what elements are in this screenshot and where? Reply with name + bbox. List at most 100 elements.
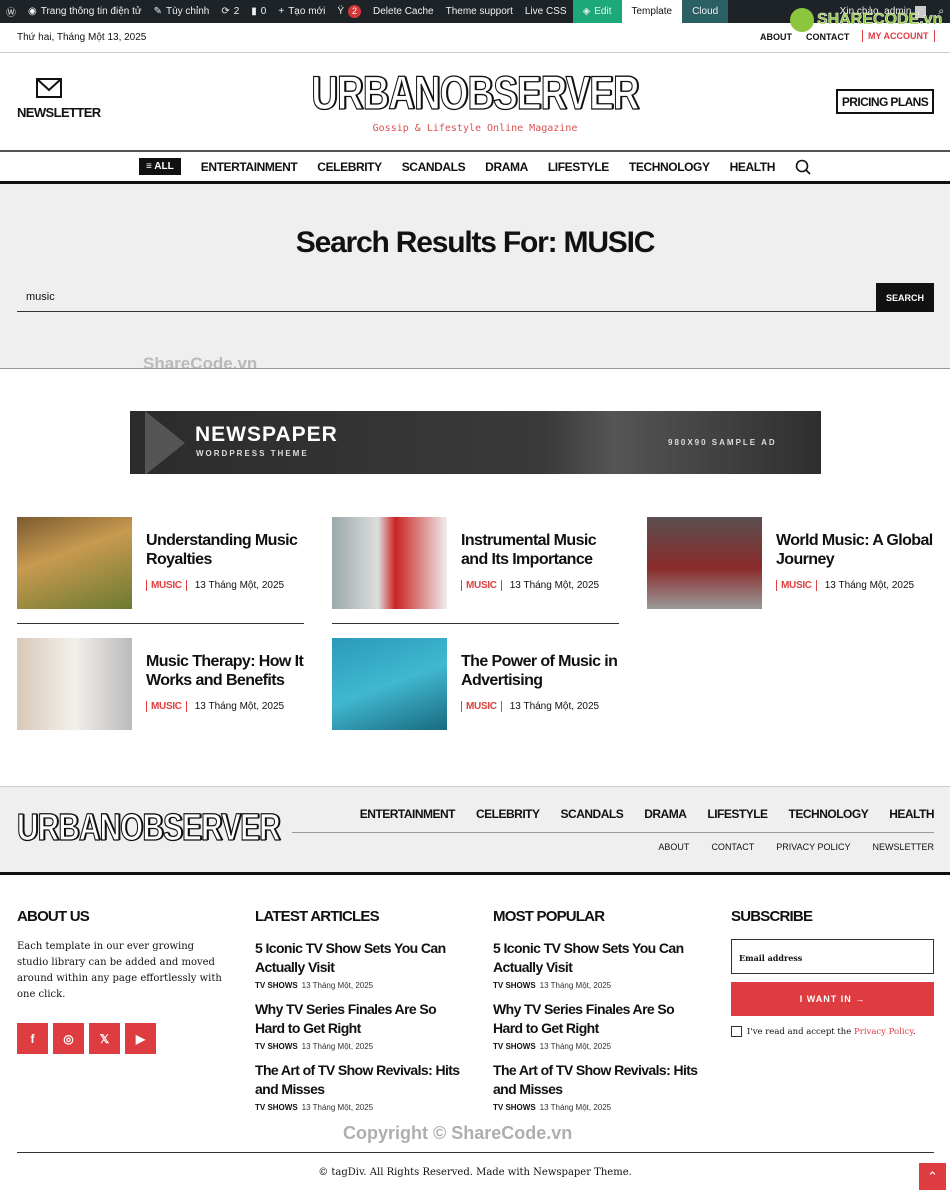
article-title[interactable]: 5 Iconic TV Show Sets You Can Actually V…	[493, 939, 698, 977]
plus-icon: +	[278, 6, 285, 17]
nav-scandals[interactable]: SCANDALS	[402, 160, 466, 174]
admin-new-link[interactable]: + Tạo mới	[272, 0, 331, 23]
delete-cache-link[interactable]: Delete Cache	[367, 0, 440, 23]
post-category[interactable]: MUSIC	[461, 701, 502, 712]
post-title[interactable]: World Music: A Global Journey	[776, 531, 936, 569]
post-title[interactable]: Understanding Music Royalties	[146, 531, 306, 569]
nav-entertainment[interactable]: ENTERTAINMENT	[201, 160, 298, 174]
post-category[interactable]: MUSIC	[461, 580, 502, 591]
subscribe-button[interactable]: I WANT IN →	[731, 982, 934, 1016]
copyright-text: © tagDiv. All Rights Reserved. Made with…	[318, 1167, 632, 1178]
top-link-contact[interactable]: CONTACT	[806, 32, 849, 42]
post-category[interactable]: MUSIC	[776, 580, 817, 591]
ad-banner[interactable]: NEWSPAPER WORDPRESS THEME 980X90 SAMPLE …	[130, 411, 821, 474]
post-thumbnail[interactable]	[332, 517, 447, 609]
wordpress-logo-icon[interactable]: Ⓦ	[0, 0, 22, 23]
article-title[interactable]: Why TV Series Finales Are So Hard to Get…	[493, 1000, 698, 1038]
footer-nav-health[interactable]: HEALTH	[889, 807, 934, 821]
newsletter-link[interactable]: NEWSLETTER	[17, 78, 101, 120]
ad-subtitle: WORDPRESS THEME	[196, 449, 309, 458]
footer-logo[interactable]: URBANOBSERVER	[16, 806, 280, 850]
footer-link-about[interactable]: ABOUT	[658, 842, 689, 852]
newsletter-label: NEWSLETTER	[17, 105, 101, 120]
post-title[interactable]: Instrumental Music and Its Importance	[461, 531, 621, 569]
post-title[interactable]: Music Therapy: How It Works and Benefits	[146, 652, 306, 690]
live-css-link[interactable]: Live CSS	[519, 0, 573, 23]
site-logo[interactable]: URBANOBSERVER	[105, 65, 846, 120]
x-twitter-icon[interactable]: 𝕏	[89, 1023, 120, 1054]
footer-subscribe: SUBSCRIBE Email address I WANT IN → I've…	[731, 908, 934, 1037]
search-button[interactable]: SEARCH	[876, 283, 934, 312]
admin-customize-link[interactable]: ✎ Tùy chỉnh	[148, 0, 216, 23]
edit-button[interactable]: ◈ Edit	[572, 0, 622, 23]
sharecode-watermark-logo: SHARECODE.vn	[790, 8, 943, 32]
article-title[interactable]: The Art of TV Show Revivals: Hits and Mi…	[493, 1061, 698, 1099]
footer-nav-lifestyle[interactable]: LIFESTYLE	[707, 807, 768, 821]
yoast-badge: 2	[348, 5, 362, 18]
footer-link-contact[interactable]: CONTACT	[711, 842, 754, 852]
consent-text: I've read and accept the	[747, 1026, 855, 1037]
latest-heading: LATEST ARTICLES	[255, 908, 380, 925]
footer-nav-technology[interactable]: TECHNOLOGY	[789, 807, 869, 821]
post-category[interactable]: MUSIC	[146, 580, 187, 591]
article-category[interactable]: TV SHOWS	[255, 981, 298, 990]
youtube-icon[interactable]: ▶	[125, 1023, 156, 1054]
footer-nav-scandals[interactable]: SCANDALS	[561, 807, 624, 821]
article-category[interactable]: TV SHOWS	[493, 981, 536, 990]
privacy-checkbox[interactable]	[731, 1026, 742, 1037]
all-menu-button[interactable]: ≡ ALL	[139, 158, 181, 175]
post-category[interactable]: MUSIC	[146, 701, 187, 712]
site-label: Trang thông tin điện tử	[40, 6, 142, 17]
ad-brand: NEWSPAPER	[195, 423, 338, 446]
admin-comments-link[interactable]: ▮ 0	[245, 0, 272, 23]
nav-lifestyle[interactable]: LIFESTYLE	[548, 160, 609, 174]
post-thumbnail[interactable]	[17, 517, 132, 609]
sharecode-logo-icon	[790, 8, 814, 32]
article-title[interactable]: 5 Iconic TV Show Sets You Can Actually V…	[255, 939, 460, 977]
main-nav: ≡ ALL ENTERTAINMENT CELEBRITY SCANDALS D…	[0, 150, 950, 184]
email-field[interactable]: Email address	[731, 939, 934, 974]
dashboard-icon: ◉	[28, 6, 37, 17]
post-title[interactable]: The Power of Music in Advertising	[461, 652, 621, 690]
footer-about: ABOUT US Each template in our ever growi…	[17, 908, 222, 1054]
search-input[interactable]: music	[17, 283, 876, 312]
theme-support-link[interactable]: Theme support	[440, 0, 519, 23]
arrow-up-icon: ⌃	[927, 1168, 938, 1184]
admin-yoast-link[interactable]: Ÿ2	[331, 0, 367, 23]
article-title[interactable]: Why TV Series Finales Are So Hard to Get…	[255, 1000, 460, 1038]
search-icon[interactable]	[795, 159, 811, 175]
footer-nav-celebrity[interactable]: CELEBRITY	[476, 807, 540, 821]
nav-health[interactable]: HEALTH	[730, 160, 776, 174]
top-link-about[interactable]: ABOUT	[760, 32, 792, 42]
privacy-policy-link[interactable]: Privacy Policy	[854, 1027, 913, 1037]
facebook-icon[interactable]: f	[17, 1023, 48, 1054]
footer-link-privacy[interactable]: PRIVACY POLICY	[776, 842, 850, 852]
nav-drama[interactable]: DRAMA	[485, 160, 528, 174]
article-category[interactable]: TV SHOWS	[255, 1103, 298, 1112]
ad-triangle-shape	[145, 411, 185, 474]
footer-link-newsletter[interactable]: NEWSLETTER	[872, 842, 934, 852]
cloud-button[interactable]: Cloud	[682, 0, 729, 23]
footer-nav-drama[interactable]: DRAMA	[644, 807, 687, 821]
article-category[interactable]: TV SHOWS	[493, 1103, 536, 1112]
instagram-icon[interactable]: ◎	[53, 1023, 84, 1054]
post-thumbnail[interactable]	[17, 638, 132, 730]
scroll-to-top-button[interactable]: ⌃	[919, 1163, 946, 1190]
footer-nav-entertainment[interactable]: ENTERTAINMENT	[360, 807, 456, 821]
copyright-watermark: Copyright © ShareCode.vn	[343, 1123, 573, 1143]
article-category[interactable]: TV SHOWS	[255, 1042, 298, 1051]
post-thumbnail[interactable]	[332, 638, 447, 730]
admin-site-link[interactable]: ◉ Trang thông tin điện tử	[22, 0, 148, 23]
new-label: Tạo mới	[288, 6, 326, 17]
pricing-plans-button[interactable]: PRICING PLANS	[836, 89, 934, 114]
nav-celebrity[interactable]: CELEBRITY	[317, 160, 382, 174]
comment-icon: ▮	[251, 6, 257, 17]
article-category[interactable]: TV SHOWS	[493, 1042, 536, 1051]
template-button[interactable]: Template	[621, 0, 683, 23]
post-thumbnail[interactable]	[647, 517, 762, 609]
post-date: 13 Tháng Một, 2025	[509, 701, 600, 712]
article-title[interactable]: The Art of TV Show Revivals: Hits and Mi…	[255, 1061, 460, 1099]
divider	[292, 832, 934, 833]
nav-technology[interactable]: TECHNOLOGY	[629, 160, 710, 174]
admin-updates-link[interactable]: ⟳ 2	[215, 0, 245, 23]
